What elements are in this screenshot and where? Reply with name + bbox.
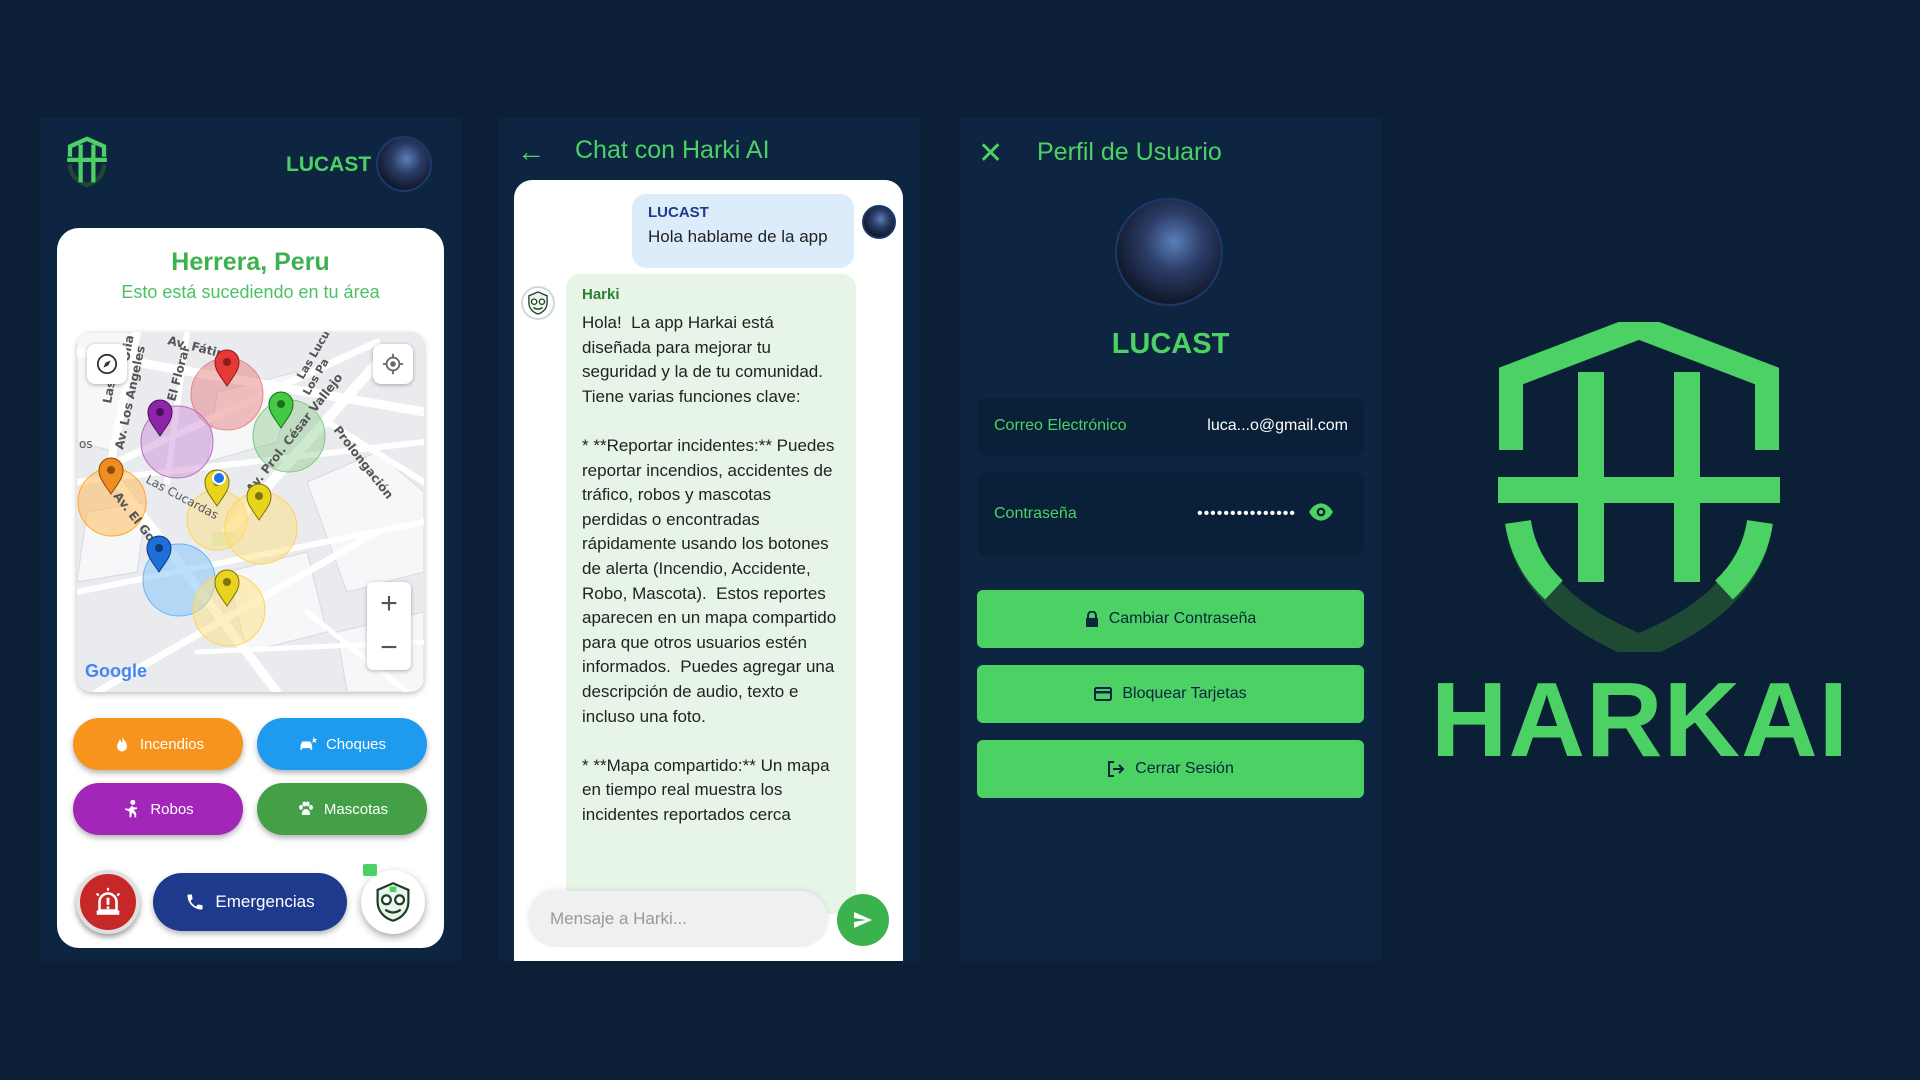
choques-label: Choques — [325, 735, 387, 753]
emergencias-label: Emergencias — [215, 892, 315, 911]
location-subtitle: Esto está sucediendo en tu área — [121, 282, 380, 302]
password-label: Contraseña — [994, 505, 1077, 522]
message-input[interactable]: Mensaje a Harki... — [528, 891, 828, 947]
message-text: Hola! La app Harkai está diseñada para m… — [582, 313, 837, 824]
robos-button[interactable]: Robos — [73, 783, 243, 835]
compass-button[interactable] — [87, 344, 127, 384]
harki-bot-icon — [528, 291, 548, 315]
profile-username: LUCAST — [1111, 328, 1230, 360]
send-icon — [854, 912, 872, 928]
chat-screen: ← Chat con Harki AI LUCAST Hola hablame … — [499, 118, 920, 961]
profile-screen: ✕ Perfil de Usuario LUCAST Correo Electr… — [960, 118, 1381, 961]
current-location-dot — [212, 471, 226, 485]
message-sender: Harki — [582, 286, 620, 303]
change-password-label: Cambiar Contraseña — [1108, 610, 1257, 627]
logout-icon — [1108, 761, 1125, 777]
send-button[interactable] — [837, 894, 889, 946]
phone-icon — [187, 894, 203, 910]
google-attribution: Google — [85, 661, 147, 682]
mascotas-button[interactable]: Mascotas — [257, 783, 427, 835]
chat-title: Chat con Harki AI — [575, 136, 770, 164]
lock-icon — [1085, 611, 1098, 627]
zoom-out-button[interactable]: − — [367, 626, 411, 670]
notification-flag — [363, 864, 377, 876]
street-label: os — [79, 437, 93, 451]
eye-icon[interactable] — [1308, 502, 1334, 522]
siren-icon — [95, 887, 121, 915]
google-attribution-text: Google — [85, 661, 147, 681]
incendios-label: Incendios — [139, 735, 205, 753]
my-location-button[interactable] — [373, 344, 413, 384]
harkai-logo-icon — [1498, 322, 1780, 652]
email-label: Correo Electrónico — [994, 417, 1127, 434]
compass-icon — [96, 353, 118, 375]
harki-bot-icon — [376, 882, 410, 922]
mascotas-label: Mascotas — [323, 800, 389, 818]
logout-label: Cerrar Sesión — [1135, 760, 1234, 777]
location-title: Herrera, Peru — [171, 248, 330, 276]
block-cards-button[interactable]: Bloquear Tarjetas — [977, 665, 1364, 723]
crosshair-icon — [382, 353, 404, 375]
incendios-button[interactable]: Incendios — [73, 718, 243, 770]
profile-avatar[interactable] — [1115, 198, 1223, 306]
password-field: Contraseña ••••••••••••••• — [977, 472, 1364, 556]
credit-card-icon — [1094, 687, 1113, 701]
chat-messages[interactable]: LUCAST Hola hablame de la app Harki Hola… — [514, 180, 903, 961]
email-value: luca...o@gmail.com — [1207, 417, 1348, 434]
robos-label: Robos — [150, 800, 194, 818]
profile-title: Perfil de Usuario — [1037, 138, 1222, 166]
emergencias-button[interactable]: Emergencias — [153, 873, 347, 931]
change-password-button[interactable]: Cambiar Contraseña — [977, 590, 1364, 648]
zoom-in-button[interactable]: + — [367, 582, 411, 626]
thief-icon — [125, 799, 138, 818]
harkai-logo-icon — [67, 136, 107, 188]
car-crash-icon — [300, 736, 318, 750]
panic-alarm-button[interactable] — [76, 870, 140, 934]
logout-button[interactable]: Cerrar Sesión — [977, 740, 1364, 798]
user-avatar — [862, 205, 896, 239]
choques-button[interactable]: Choques — [257, 718, 427, 770]
brand-name: HARKAI — [1430, 661, 1850, 779]
password-value: ••••••••••••••• — [1196, 505, 1296, 522]
email-field: Correo Electrónico luca...o@gmail.com — [977, 398, 1364, 456]
block-cards-label: Bloquear Tarjetas — [1122, 685, 1247, 702]
user-message-bubble: LUCAST Hola hablame de la app — [632, 194, 854, 268]
incident-map[interactable]: Av. Fátima El Floral Av. Los Angeles Las… — [77, 332, 424, 692]
bot-avatar — [521, 286, 555, 320]
zoom-control: + − — [367, 582, 411, 670]
fire-icon — [116, 735, 127, 752]
paw-icon — [298, 801, 313, 816]
close-icon[interactable]: ✕ — [978, 136, 1003, 171]
harki-chat-button[interactable] — [361, 870, 425, 934]
bot-message-bubble: Harki Hola! La app Harkai está diseñada … — [566, 274, 856, 914]
back-arrow-icon[interactable]: ← — [517, 136, 545, 168]
avatar[interactable] — [376, 136, 432, 192]
home-card: Herrera, Peru Esto está sucediendo en tu… — [57, 228, 444, 948]
message-text: Hola hablame de la app — [648, 227, 828, 246]
username-label: LUCAST — [286, 153, 372, 176]
message-sender: LUCAST — [648, 204, 709, 221]
home-screen: LUCAST Herrera, Peru Esto está sucediend… — [40, 118, 461, 961]
